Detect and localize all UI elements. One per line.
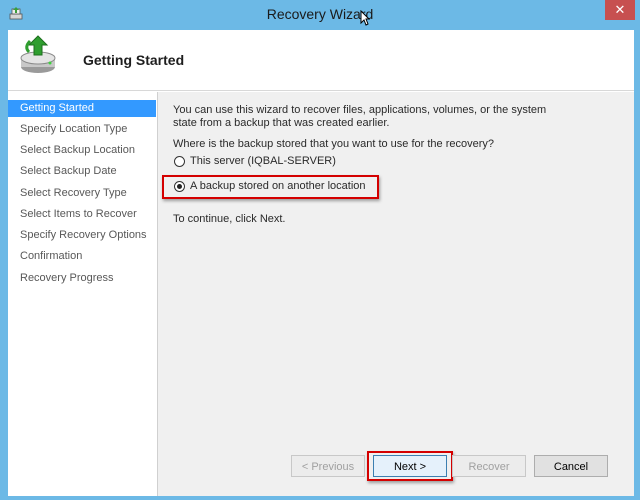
radio-this-server-label[interactable]: This server (IQBAL-SERVER) xyxy=(190,155,336,167)
page-title: Getting Started xyxy=(83,52,185,68)
title-bar[interactable]: Recovery Wizard ✕ xyxy=(0,0,640,30)
wizard-steps-sidebar: Getting Started Specify Location Type Se… xyxy=(8,92,158,496)
wizard-header: Getting Started xyxy=(8,30,634,91)
wizard-content: Getting Started Getting Started Specify … xyxy=(8,30,634,496)
radio-this-server[interactable] xyxy=(174,156,185,167)
previous-button[interactable]: < Previous xyxy=(291,455,365,477)
wizard-main-panel: You can use this wizard to recover files… xyxy=(158,92,634,496)
sidebar-item-specify-location-type: Specify Location Type xyxy=(20,123,128,135)
sidebar-item-select-backup-location: Select Backup Location xyxy=(20,144,135,156)
sidebar-item-select-recovery-type: Select Recovery Type xyxy=(20,187,127,199)
highlight-other-location xyxy=(162,175,379,199)
intro-text-line1: You can use this wizard to recover files… xyxy=(173,104,547,116)
cancel-button[interactable]: Cancel xyxy=(534,455,608,477)
sidebar-item-specify-recovery-options: Specify Recovery Options xyxy=(20,229,147,241)
window-title: Recovery Wizard xyxy=(266,6,374,22)
close-button[interactable]: ✕ xyxy=(605,0,635,20)
sidebar-item-recovery-progress: Recovery Progress xyxy=(20,272,114,284)
sidebar-item-getting-started[interactable]: Getting Started xyxy=(8,100,156,117)
sidebar-item-select-backup-date: Select Backup Date xyxy=(20,165,117,177)
sidebar-item-select-items-to-recover: Select Items to Recover xyxy=(20,208,137,220)
sidebar-item-confirmation: Confirmation xyxy=(20,250,83,262)
recovery-wizard-window: Recovery Wizard ✕ Getting Started Gettin… xyxy=(0,0,640,500)
continue-hint: To continue, click Next. xyxy=(173,213,286,225)
mouse-cursor-icon xyxy=(360,10,370,26)
location-question: Where is the backup stored that you want… xyxy=(173,138,495,150)
recover-button[interactable]: Recover xyxy=(452,455,526,477)
intro-text-line2: state from a backup that was created ear… xyxy=(173,117,390,129)
backup-restore-icon xyxy=(20,35,56,73)
highlight-next-button xyxy=(367,451,453,481)
